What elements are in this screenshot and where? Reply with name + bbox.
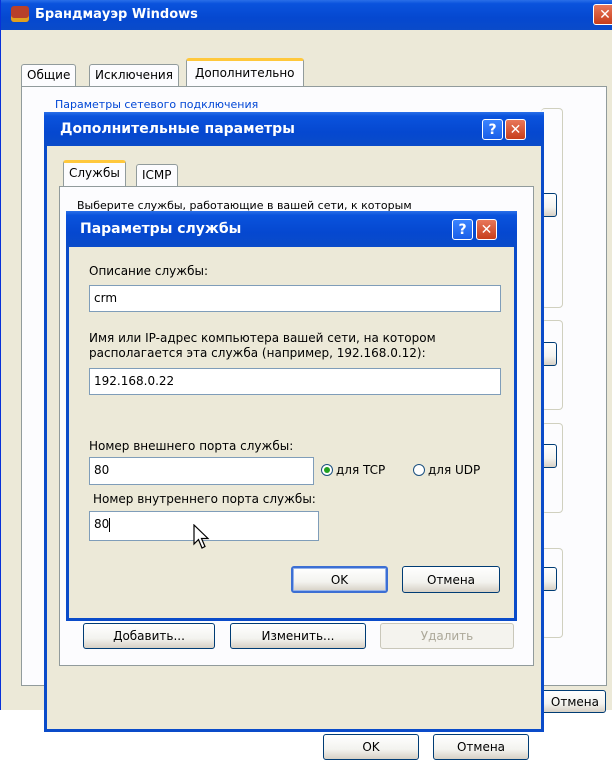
service-ok-button[interactable]: OK [291, 566, 388, 593]
service-host-label-line1: Имя или IP-адрес компьютера вашей сети, … [89, 331, 436, 345]
group-frame-2 [541, 320, 563, 410]
external-port-input[interactable]: 80 [89, 457, 314, 485]
tcp-radio-button[interactable] [321, 464, 333, 476]
udp-radio-button[interactable] [413, 464, 425, 476]
service-dialog: Параметры службы ? ✕ Описание службы: cr… [66, 211, 517, 621]
advanced-title-bar[interactable]: Дополнительные параметры ? ✕ [44, 112, 544, 146]
service-host-label-line2: располагается эта служба (например, 192.… [89, 346, 426, 360]
add-button-label: Добавить... [113, 629, 185, 643]
advanced-close-button[interactable]: ✕ [505, 119, 526, 140]
delete-button[interactable]: Удалить [380, 623, 514, 649]
service-close-button[interactable]: ✕ [476, 219, 497, 240]
firewall-app-icon [11, 6, 29, 22]
service-title: Параметры службы [80, 221, 242, 237]
service-description-input[interactable]: crm [89, 285, 501, 312]
tab-advanced[interactable]: Дополнительно [186, 58, 304, 87]
service-help-button[interactable]: ? [452, 219, 473, 240]
tab-services-label: Службы [69, 166, 120, 180]
group-frame-3 [541, 423, 563, 513]
tab-exceptions[interactable]: Исключения [89, 64, 179, 86]
group-frame-1 [541, 108, 563, 308]
tab-general[interactable]: Общие [21, 64, 77, 86]
internal-port-value: 80 [94, 517, 110, 531]
advanced-cancel-label: Отмена [456, 740, 506, 754]
firewall-close-button[interactable]: ✕ [593, 4, 612, 25]
tab-icmp[interactable]: ICMP [136, 164, 178, 187]
udp-radio-label: для UDP [428, 463, 481, 477]
advanced-help-button[interactable]: ? [482, 119, 503, 140]
tab-advanced-label: Дополнительно [195, 66, 295, 80]
tab-exceptions-label: Исключения [95, 68, 173, 82]
service-title-bar[interactable]: Параметры службы ? ✕ [66, 211, 517, 247]
tcp-radio[interactable]: для TCP [321, 463, 385, 477]
add-button[interactable]: Добавить... [83, 623, 215, 649]
delete-button-label: Удалить [420, 629, 474, 643]
service-host-input[interactable]: 192.168.0.22 [89, 368, 501, 395]
tab-icmp-label: ICMP [142, 168, 172, 182]
service-cancel-button[interactable]: Отмена [402, 566, 500, 593]
service-description-label: Описание службы: [89, 264, 208, 278]
advanced-title: Дополнительные параметры [60, 121, 295, 137]
firewall-title-bar[interactable]: Брандмауэр Windows ✕ [1, 0, 612, 30]
tcp-radio-label: для TCP [336, 463, 386, 477]
udp-radio[interactable]: для UDP [413, 463, 480, 477]
firewall-cancel-label: Отмена [550, 694, 599, 709]
service-cancel-label: Отмена [426, 572, 476, 587]
tab-services[interactable]: Службы [63, 160, 126, 187]
group-frame-4 [541, 548, 563, 638]
service-ok-label: OK [330, 572, 349, 587]
network-connection-group-label: Параметры сетевого подключения [53, 98, 261, 111]
edit-button[interactable]: Изменить... [230, 623, 366, 649]
advanced-ok-label: OK [362, 740, 380, 754]
edit-button-label: Изменить... [261, 629, 335, 643]
internal-port-label: Номер внутреннего порта службы: [93, 492, 316, 506]
text-cursor [109, 517, 111, 532]
tab-general-label: Общие [27, 68, 71, 82]
external-port-label: Номер внешнего порта службы: [89, 439, 294, 453]
advanced-ok-button[interactable]: OK [323, 734, 419, 760]
mouse-pointer-icon [193, 524, 210, 549]
advanced-cancel-button[interactable]: Отмена [433, 734, 529, 760]
firewall-title: Брандмауэр Windows [35, 7, 198, 22]
